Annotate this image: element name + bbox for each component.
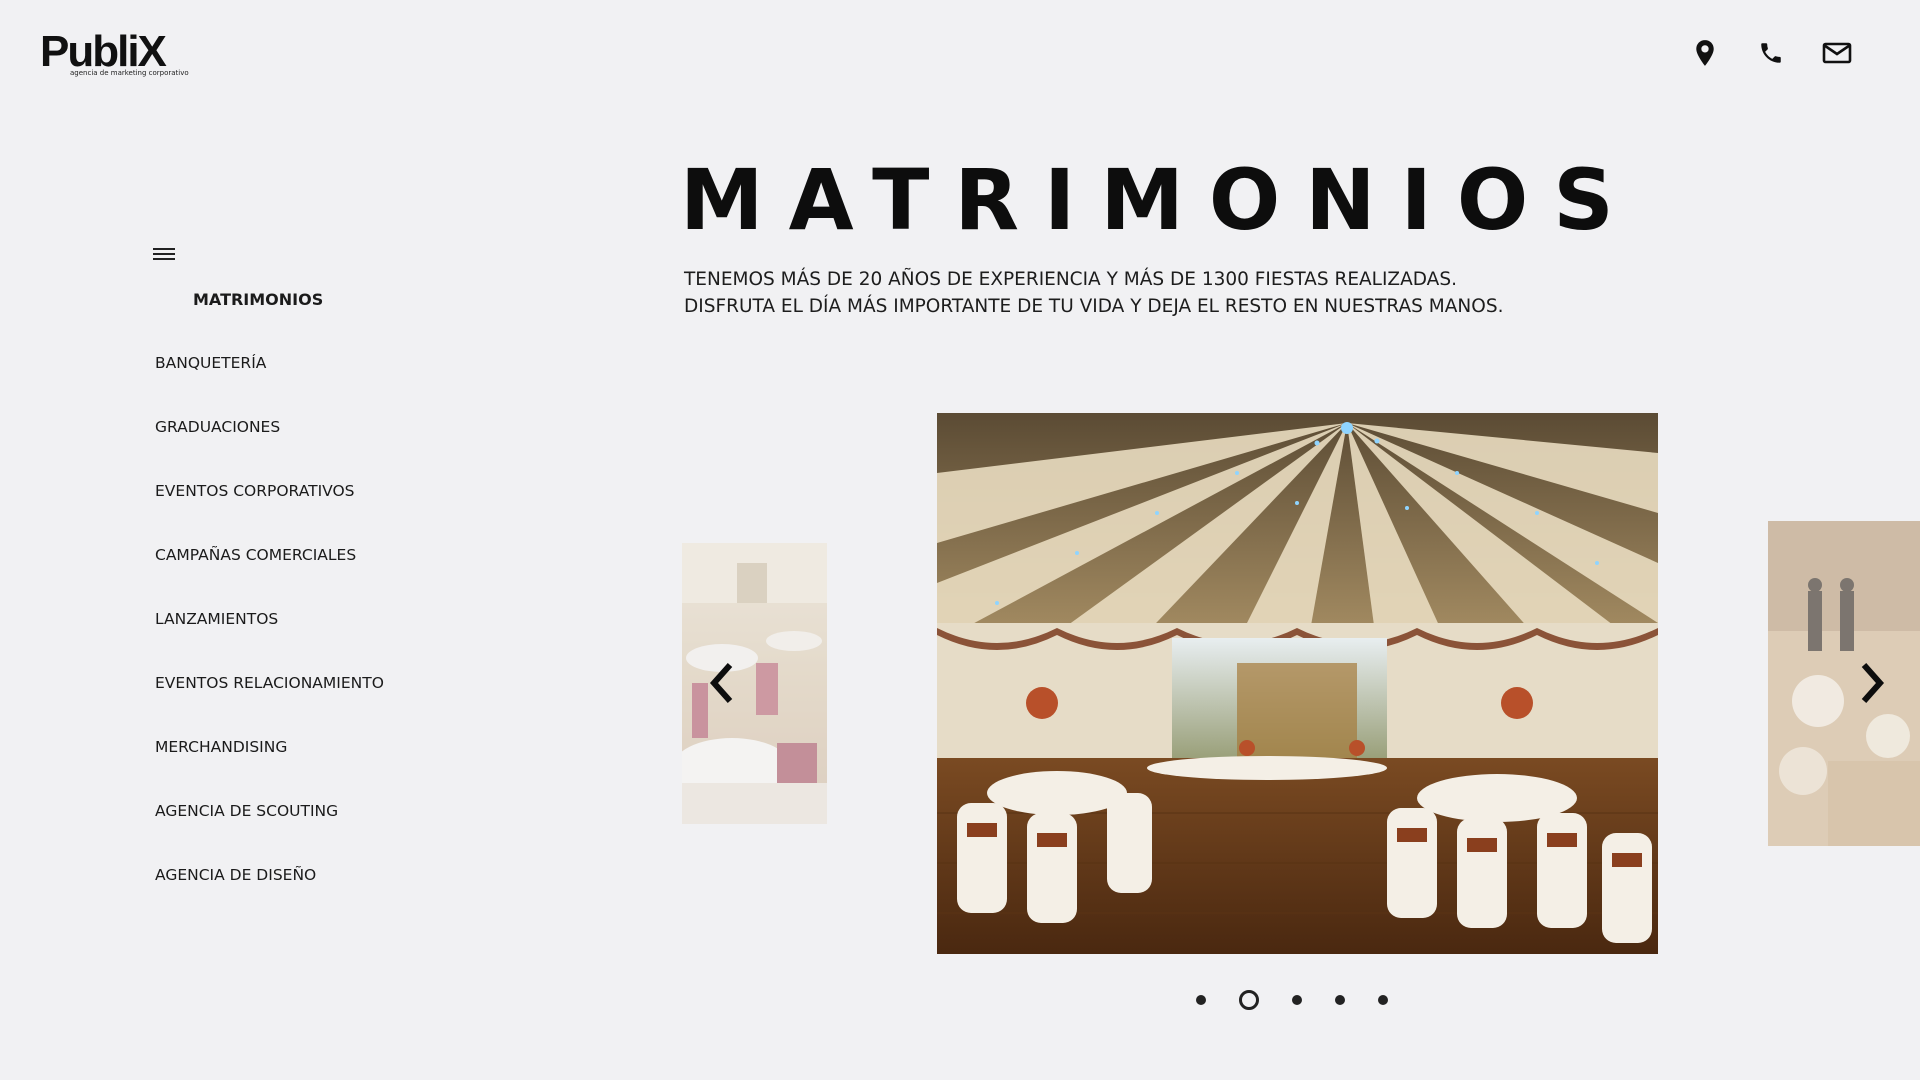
sidebar-item-agencia-scouting[interactable]: AGENCIA DE SCOUTING	[155, 802, 384, 866]
carousel-dot-3[interactable]	[1292, 995, 1302, 1005]
sidebar-item-campanas-comerciales[interactable]: CAMPAÑAS COMERCIALES	[155, 546, 384, 610]
chevron-right-icon	[1861, 663, 1885, 703]
sidebar-item-matrimonios[interactable]: MATRIMONIOS	[155, 290, 384, 354]
wedding-hall-photo	[937, 413, 1658, 954]
page-title: MATRIMONIOS	[680, 151, 1639, 249]
subtitle-line-1: TENEMOS MÁS DE 20 AÑOS DE EXPERIENCIA Y …	[684, 269, 1457, 290]
wedding-reception-photo	[1768, 521, 1920, 846]
chevron-left-icon	[709, 663, 733, 703]
carousel-prev-arrow[interactable]	[702, 655, 742, 711]
phone-icon[interactable]	[1756, 36, 1786, 70]
sidebar-item-graduaciones[interactable]: GRADUACIONES	[155, 418, 384, 482]
logo[interactable]: PubliX agencia de marketing corporativo	[40, 28, 189, 78]
sidebar-nav: MATRIMONIOS BANQUETERÍA GRADUACIONES EVE…	[155, 290, 384, 930]
carousel-next-arrow[interactable]	[1852, 655, 1892, 711]
hamburger-menu-icon[interactable]	[153, 246, 177, 264]
carousel-dot-5[interactable]	[1378, 995, 1388, 1005]
carousel-dot-4[interactable]	[1335, 995, 1345, 1005]
sidebar-item-agencia-diseno[interactable]: AGENCIA DE DISEÑO	[155, 866, 384, 930]
header-contact-icons	[1690, 36, 1852, 70]
subtitle-line-2: DISFRUTA EL DÍA MÁS IMPORTANTE DE TU VID…	[684, 296, 1504, 317]
sidebar-item-banqueteria[interactable]: BANQUETERÍA	[155, 354, 384, 418]
sidebar-item-merchandising[interactable]: MERCHANDISING	[155, 738, 384, 802]
mail-icon[interactable]	[1822, 36, 1852, 70]
carousel-slide-next[interactable]	[1768, 521, 1920, 846]
carousel-dot-2[interactable]	[1239, 990, 1259, 1010]
page: PubliX agencia de marketing corporativo …	[0, 0, 1920, 1080]
logo-tagline: agencia de marketing corporativo	[70, 69, 189, 77]
location-pin-icon[interactable]	[1690, 36, 1720, 70]
sidebar-item-eventos-relacionamiento[interactable]: EVENTOS RELACIONAMIENTO	[155, 674, 384, 738]
carousel-slide-active[interactable]	[937, 413, 1658, 954]
page-subtitle: TENEMOS MÁS DE 20 AÑOS DE EXPERIENCIA Y …	[684, 266, 1503, 320]
carousel-pagination	[1196, 990, 1388, 1010]
sidebar-item-eventos-corporativos[interactable]: EVENTOS CORPORATIVOS	[155, 482, 384, 546]
carousel-dot-1[interactable]	[1196, 995, 1206, 1005]
sidebar-item-lanzamientos[interactable]: LANZAMIENTOS	[155, 610, 384, 674]
